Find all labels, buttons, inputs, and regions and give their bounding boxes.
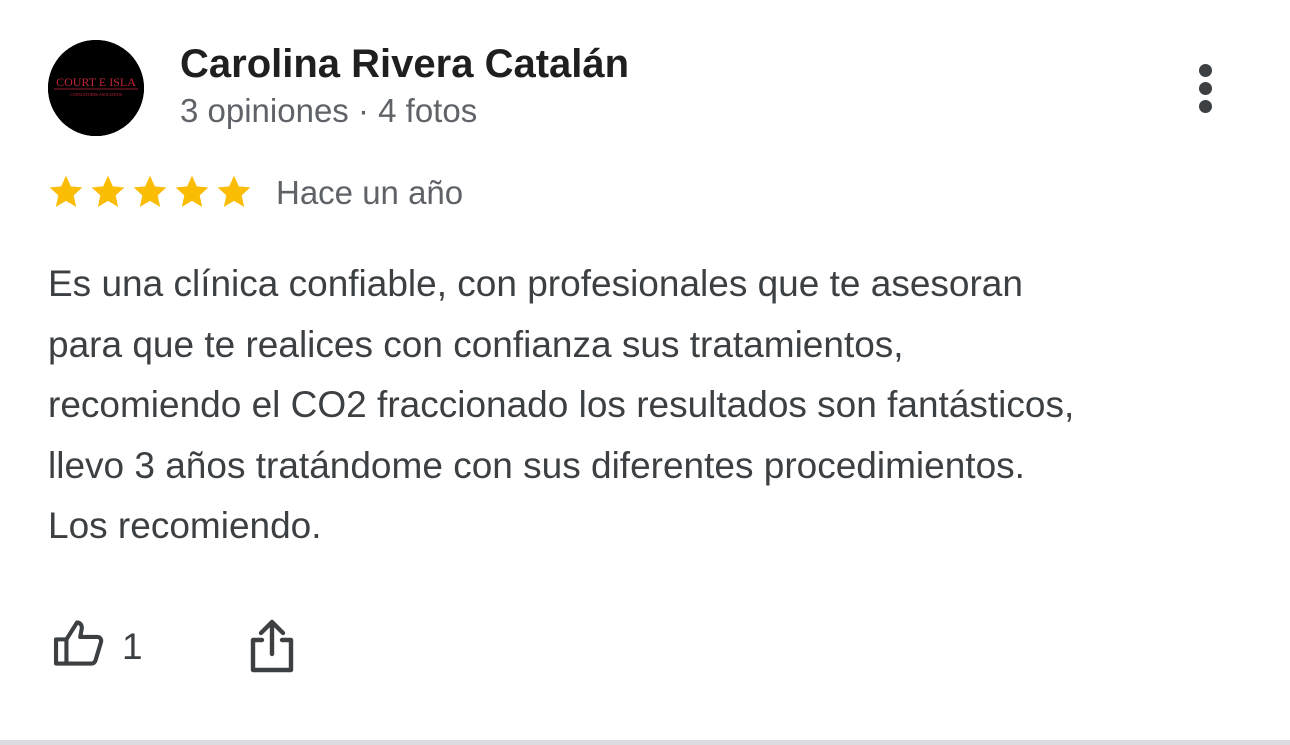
like-count: 1	[122, 626, 143, 667]
star-icon	[214, 172, 254, 212]
review-text-line: Es una clínica confiable, con profesiona…	[48, 263, 1023, 304]
more-options-button[interactable]	[1186, 60, 1226, 116]
star-rating	[46, 170, 254, 214]
svg-text:CONSULTORES ASOCIADOS: CONSULTORES ASOCIADOS	[70, 92, 122, 97]
review-text-line: llevo 3 años tratándome con sus diferent…	[48, 444, 1025, 486]
share-icon	[250, 619, 294, 673]
like-button[interactable]: 1	[48, 612, 158, 682]
review-text-line: recomiendo el CO2 fraccionado los result…	[48, 384, 1075, 425]
review-text-line: Los recomiendo.	[48, 505, 322, 546]
star-icon	[172, 172, 212, 212]
star-icon	[46, 172, 86, 212]
more-vert-icon	[1199, 64, 1212, 77]
star-icon	[130, 172, 170, 212]
review-date: Hace un año	[276, 174, 464, 211]
review-text: Es una clínica confiable, con profesiona…	[48, 254, 1248, 557]
more-vert-icon-dot	[1199, 100, 1212, 113]
svg-text:COURT E ISLA: COURT E ISLA	[56, 75, 136, 89]
avatar[interactable]: COURT E ISLA CONSULTORES ASOCIADOS	[48, 40, 144, 136]
review-text-line: para que te realices con confianza sus t…	[48, 323, 904, 365]
more-vert-icon-dot	[1199, 82, 1212, 95]
star-icon	[88, 172, 128, 212]
court-e-isla-logo: COURT E ISLA CONSULTORES ASOCIADOS	[48, 40, 144, 136]
divider	[0, 740, 1290, 745]
review-card: COURT E ISLA CONSULTORES ASOCIADOS Carol…	[0, 0, 1290, 740]
author-meta: 3 opiniones · 4 fotos	[180, 92, 478, 129]
share-button[interactable]	[244, 612, 300, 682]
thumb-up-icon	[53, 620, 104, 666]
stars	[46, 172, 254, 212]
author-name[interactable]: Carolina Rivera Catalán	[180, 42, 629, 87]
